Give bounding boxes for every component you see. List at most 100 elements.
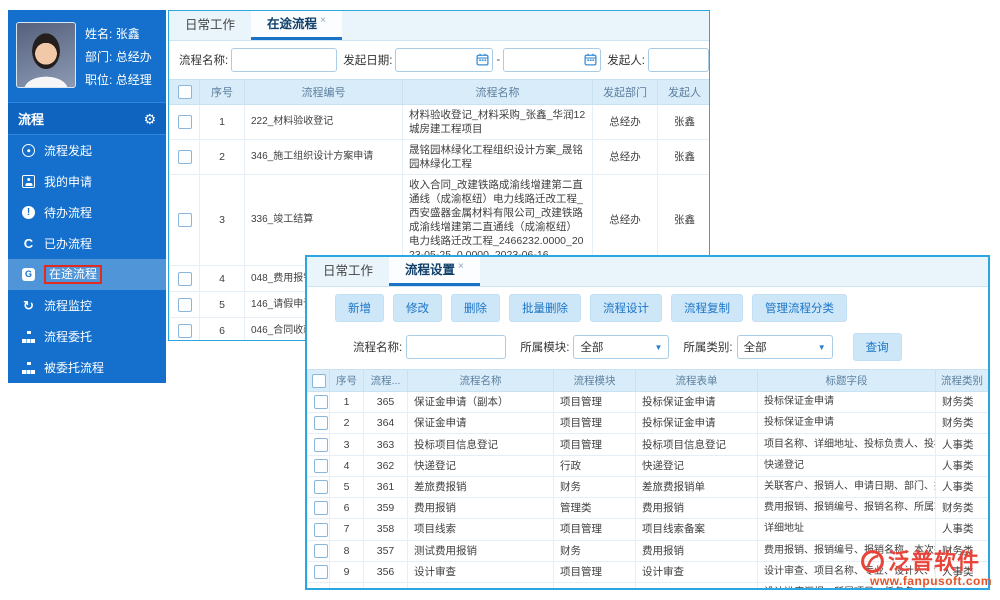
tab-daily-work[interactable]: 日常工作 bbox=[169, 11, 251, 40]
process-name-input[interactable] bbox=[406, 335, 507, 359]
sidebar-item-label: 我的申请 bbox=[44, 175, 93, 189]
avatar bbox=[16, 22, 76, 88]
table-row[interactable]: 7 358 项目线索 项目管理 项目线索备案 详细地址 人事类 bbox=[307, 518, 988, 541]
start-date-label: 发起日期: bbox=[343, 55, 393, 67]
row-checkbox[interactable] bbox=[177, 297, 192, 312]
sidebar: 姓名: 张鑫 部门: 总经办 职位: 总经理 流程 ⚙ 流程发起 我的申请 待办… bbox=[8, 10, 166, 383]
col-header-person: 发起人 bbox=[657, 79, 709, 105]
sidebar-item-process-start[interactable]: 流程发起 bbox=[8, 135, 166, 166]
settings-filter-bar: 流程名称: 所属模块: 全部 ▼ 所属类别: 全部 ▼ 查询 bbox=[307, 328, 988, 369]
initiator-input[interactable] bbox=[647, 48, 709, 72]
table-row[interactable]: 2 364 保证金申请 项目管理 投标保证金申请 投标保证金申请 财务类 bbox=[307, 412, 988, 435]
col-header-category: 流程类别 bbox=[935, 369, 988, 392]
onway-table-header-row: 序号 流程编号 流程名称 发起部门 发起人 bbox=[169, 79, 709, 105]
table-row[interactable]: 4 362 快递登记 行政 快递登记 快递登记 人事类 bbox=[307, 454, 988, 477]
row-checkbox[interactable] bbox=[177, 323, 192, 338]
settings-tab-bar: 日常工作 流程设置 × bbox=[307, 257, 988, 287]
fanpu-watermark: 泛普软件 www.fanpusoft.com bbox=[860, 549, 992, 587]
table-row[interactable]: 3 336_竣工结算 收入合同_改建铁路成渝线增建第二直通线（成渝枢纽）电力线路… bbox=[169, 174, 709, 266]
process-copy-button[interactable]: 流程复制 bbox=[671, 294, 743, 322]
add-button[interactable]: 新增 bbox=[335, 294, 384, 322]
sidebar-item-label: 待办流程 bbox=[44, 206, 93, 220]
profile-name: 姓名: 张鑫 bbox=[85, 27, 140, 41]
process-design-button[interactable]: 流程设计 bbox=[590, 294, 662, 322]
edit-button[interactable]: 修改 bbox=[393, 294, 442, 322]
row-checkbox[interactable] bbox=[177, 213, 192, 228]
delete-button[interactable]: 删除 bbox=[451, 294, 500, 322]
close-tab-icon[interactable]: × bbox=[458, 261, 464, 272]
table-row[interactable]: 3 363 投标项目信息登记 项目管理 投标项目信息登记 项目名称、详细地址、投… bbox=[307, 433, 988, 456]
col-header-form: 流程表单 bbox=[635, 369, 758, 392]
sidebar-item-todo-process[interactable]: 待办流程 bbox=[8, 197, 166, 228]
sidebar-item-done-process[interactable]: 已办流程 bbox=[8, 228, 166, 259]
date-range-separator: - bbox=[496, 54, 501, 66]
col-header-no: 序号 bbox=[329, 369, 364, 392]
row-checkbox[interactable] bbox=[314, 458, 328, 473]
row-checkbox[interactable] bbox=[177, 271, 192, 286]
select-all-checkbox[interactable] bbox=[312, 373, 326, 388]
fanpu-logo-icon bbox=[861, 550, 884, 573]
inprogress-icon bbox=[18, 268, 39, 281]
table-row[interactable]: 1 365 保证金申请（副本） 项目管理 投标保证金申请 投标保证金申请 财务类 bbox=[307, 390, 988, 414]
settings-toolbar: 新增 修改 删除 批量删除 流程设计 流程复制 管理流程分类 bbox=[307, 287, 988, 328]
row-checkbox[interactable] bbox=[314, 437, 328, 452]
redo-icon bbox=[18, 237, 39, 250]
row-checkbox[interactable] bbox=[314, 501, 328, 516]
tab-daily-work[interactable]: 日常工作 bbox=[307, 257, 389, 286]
row-checkbox[interactable] bbox=[314, 564, 328, 579]
batch-delete-button[interactable]: 批量删除 bbox=[509, 294, 581, 322]
process-settings-window: 日常工作 流程设置 × 新增 修改 删除 批量删除 流程设计 流程复制 管理流程分… bbox=[305, 255, 990, 590]
alert-circle-icon bbox=[18, 206, 39, 219]
chevron-down-icon: ▼ bbox=[654, 342, 663, 352]
table-row[interactable]: 1 222_材料验收登记 材料验收登记_材料采购_张鑫_华润12城房建工程项目 … bbox=[169, 104, 709, 140]
sidebar-item-onway-process[interactable]: 在途流程 bbox=[8, 259, 166, 290]
sidebar-item-my-applications[interactable]: 我的申请 bbox=[8, 166, 166, 197]
sidebar-item-delegated-process[interactable]: 被委托流程 bbox=[8, 352, 166, 383]
table-row[interactable]: 6 359 费用报销 管理类 费用报销 费用报销、报销编号、报销名称、所属项目 … bbox=[307, 497, 988, 520]
row-checkbox[interactable] bbox=[314, 395, 328, 410]
close-tab-icon[interactable]: × bbox=[320, 15, 326, 26]
row-checkbox[interactable] bbox=[177, 115, 192, 130]
table-row[interactable]: 5 361 差旅费报销 财务 差旅费报销单 关联客户、报销人、申请日期、部门、报… bbox=[307, 475, 988, 499]
brand-url: www.fanpusoft.com bbox=[870, 574, 993, 588]
date-from-input[interactable] bbox=[395, 48, 494, 72]
sitemap-icon bbox=[18, 330, 39, 343]
date-to-input[interactable] bbox=[503, 48, 602, 72]
select-all-checkbox[interactable] bbox=[177, 85, 192, 99]
profile-department: 部门: 总经办 bbox=[85, 50, 152, 64]
col-header-name: 流程名称 bbox=[402, 79, 593, 105]
row-checkbox[interactable] bbox=[314, 522, 328, 537]
process-name-label: 流程名称: bbox=[179, 55, 229, 67]
tab-onway-process[interactable]: 在途流程 × bbox=[251, 11, 342, 40]
sidebar-item-label: 流程发起 bbox=[44, 144, 93, 158]
row-checkbox[interactable] bbox=[314, 480, 328, 495]
date-from-wrap bbox=[395, 48, 494, 72]
category-select[interactable]: 全部 ▼ bbox=[736, 335, 833, 359]
sidebar-item-label: 流程委托 bbox=[44, 330, 93, 344]
profile-fields: 姓名: 张鑫 部门: 总经办 职位: 总经理 bbox=[85, 22, 152, 92]
module-select[interactable]: 全部 ▼ bbox=[573, 335, 670, 359]
profile-position: 职位: 总经理 bbox=[85, 73, 152, 87]
col-header-code: 流程编号 bbox=[244, 79, 403, 105]
broadcast-icon bbox=[18, 144, 39, 157]
col-header-name: 流程名称 bbox=[407, 369, 554, 392]
sidebar-item-process-monitor[interactable]: 流程监控 bbox=[8, 290, 166, 321]
manage-category-button[interactable]: 管理流程分类 bbox=[752, 294, 847, 322]
sidebar-item-process-delegate[interactable]: 流程委托 bbox=[8, 321, 166, 352]
search-button[interactable]: 查询 bbox=[852, 333, 902, 361]
col-header-no: 序号 bbox=[199, 79, 245, 105]
module-label: 所属模块: bbox=[520, 342, 570, 354]
process-name-input[interactable] bbox=[231, 48, 338, 72]
sitemap-icon bbox=[18, 361, 39, 374]
row-checkbox[interactable] bbox=[177, 150, 192, 165]
user-profile: 姓名: 张鑫 部门: 总经办 职位: 总经理 bbox=[8, 10, 166, 103]
sidebar-item-label: 被委托流程 bbox=[44, 361, 105, 375]
row-checkbox[interactable] bbox=[314, 416, 328, 431]
tab-process-settings[interactable]: 流程设置 × bbox=[389, 257, 480, 286]
category-label: 所属类别: bbox=[683, 342, 733, 354]
table-row[interactable]: 2 346_施工组织设计方案申请 晟铭园林绿化工程组织设计方案_晟铭园林绿化工程… bbox=[169, 139, 709, 175]
annotation-red-box: 在途流程 bbox=[44, 265, 103, 284]
row-checkbox[interactable] bbox=[314, 543, 328, 558]
onway-tab-bar: 日常工作 在途流程 × bbox=[169, 11, 709, 41]
gear-icon[interactable]: ⚙ bbox=[143, 112, 156, 126]
